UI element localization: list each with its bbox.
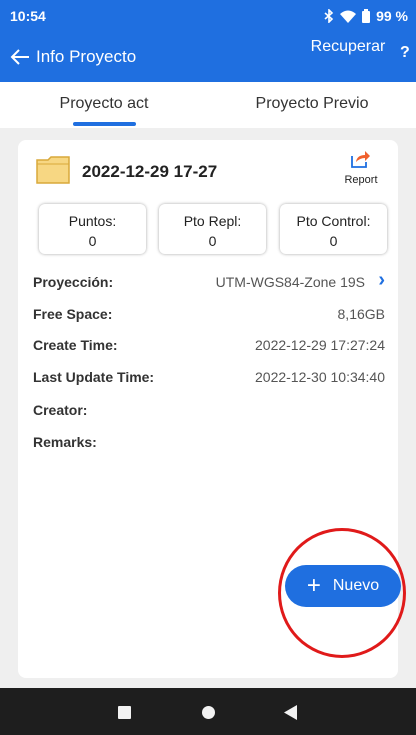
tab-indicator xyxy=(73,122,136,126)
stat-value: 0 xyxy=(329,233,338,249)
app-bar: Info Proyecto Recuperar ? xyxy=(0,32,416,82)
stat-control-points: Pto Control: 0 xyxy=(280,204,387,254)
status-icons: 99 % xyxy=(324,8,408,24)
back-button[interactable] xyxy=(0,32,40,82)
share-icon xyxy=(351,151,370,168)
recover-button[interactable]: Recuperar xyxy=(300,34,396,80)
tab-bar: Proyecto act Proyecto Previo xyxy=(0,82,416,128)
status-time: 10:54 xyxy=(10,8,46,24)
folder-icon xyxy=(36,156,70,184)
stat-value: 0 xyxy=(88,233,97,249)
tab-label: Proyecto Previo xyxy=(255,95,369,112)
info-key: Remarks: xyxy=(33,434,97,450)
tab-label: Proyecto act xyxy=(59,95,149,112)
stat-points: Puntos: 0 xyxy=(39,204,146,254)
stat-label: Pto Repl: xyxy=(183,213,242,229)
tab-previous-project[interactable]: Proyecto Previo xyxy=(208,82,416,128)
system-nav-bar xyxy=(0,688,416,735)
wifi-icon xyxy=(340,10,357,23)
info-key: Last Update Time: xyxy=(33,369,155,385)
create-time-row: Create Time: 2022-12-29 17:27:24 xyxy=(33,337,385,357)
stat-value: 0 xyxy=(208,233,217,249)
status-bar: 10:54 99 % xyxy=(0,0,416,32)
info-value: 8,16GB xyxy=(337,306,385,322)
bluetooth-icon xyxy=(324,9,334,23)
info-value: UTM-WGS84-Zone 19S xyxy=(215,274,365,290)
chevron-right-icon: › xyxy=(378,269,385,291)
info-key: Free Space: xyxy=(33,306,113,322)
free-space-row: Free Space: 8,16GB xyxy=(33,306,385,326)
home-icon[interactable] xyxy=(202,706,215,719)
info-key: Proyección: xyxy=(33,274,114,290)
creator-row: Creator: xyxy=(33,402,385,422)
info-key: Create Time: xyxy=(33,337,118,353)
stat-label: Pto Control: xyxy=(296,213,371,229)
recents-icon[interactable] xyxy=(118,706,131,719)
last-update-row: Last Update Time: 2022-12-30 10:34:40 xyxy=(33,369,385,389)
info-value: 2022-12-29 17:27:24 xyxy=(255,337,385,353)
highlight-circle-annotation xyxy=(278,528,406,658)
battery-level: 99 % xyxy=(376,8,408,24)
stat-stakeout-points: Pto Repl: 0 xyxy=(159,204,266,254)
report-button[interactable]: Report xyxy=(336,150,386,188)
info-key: Creator: xyxy=(33,402,88,418)
page-title: Info Proyecto xyxy=(36,47,137,66)
help-button[interactable]: ? xyxy=(400,44,410,62)
projection-row[interactable]: Proyección: UTM-WGS84-Zone 19S › xyxy=(33,269,385,294)
back-icon[interactable] xyxy=(284,705,297,720)
stat-label: Puntos: xyxy=(68,213,117,229)
report-label: Report xyxy=(344,174,378,186)
project-date: 2022-12-29 17-27 xyxy=(82,162,218,181)
remarks-row: Remarks: xyxy=(33,434,385,454)
info-value: 2022-12-30 10:34:40 xyxy=(255,369,385,385)
arrow-left-icon xyxy=(10,49,29,65)
battery-icon xyxy=(362,9,371,23)
